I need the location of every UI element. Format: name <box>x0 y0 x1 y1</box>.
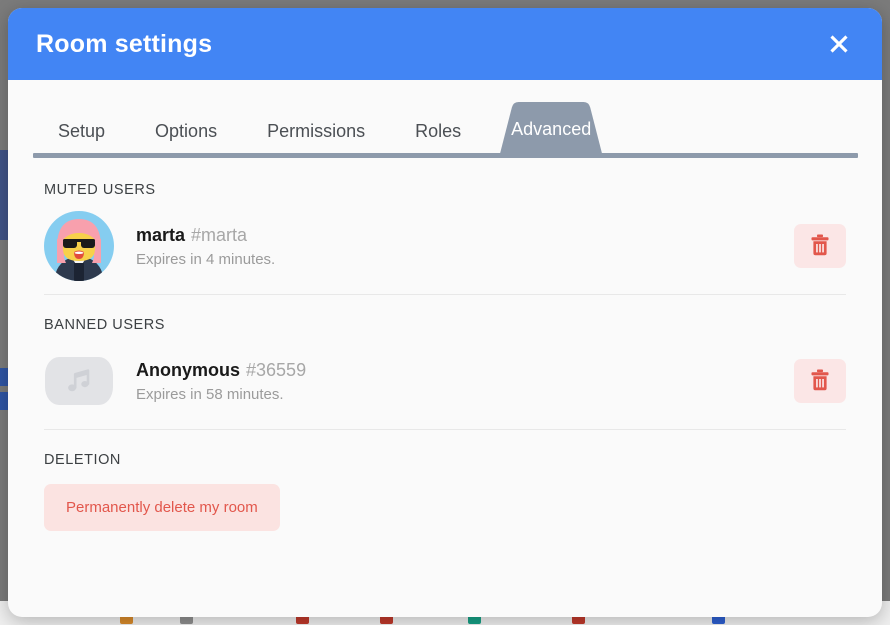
close-icon[interactable] <box>822 27 856 61</box>
muted-user-info: marta #marta Expires in 4 minutes. <box>136 224 794 268</box>
section-title-deletion: DELETION <box>44 452 121 468</box>
tab-setup[interactable]: Setup <box>33 122 130 153</box>
avatar-anonymous <box>44 346 114 416</box>
avatar-marta <box>44 211 114 281</box>
tab-underline <box>33 153 858 158</box>
background-strip <box>0 368 8 386</box>
tab-options[interactable]: Options <box>130 122 242 153</box>
user-expiry: Expires in 58 minutes. <box>136 385 284 403</box>
banned-user-row: Anonymous #36559 Expires in 58 minutes. <box>44 333 846 429</box>
user-name: marta <box>136 225 186 246</box>
user-name-line: marta #marta <box>136 224 794 247</box>
muted-user-row: marta #marta Expires in 4 minutes. <box>44 198 846 294</box>
modal-header: Room settings <box>8 8 882 80</box>
modal-backdrop[interactable]: Room settings Setup Options Permissions <box>0 0 890 625</box>
user-tag: #36559 <box>246 360 307 381</box>
user-tag: #marta <box>191 225 248 246</box>
trash-icon <box>810 369 830 394</box>
tab-label: Roles <box>415 121 462 141</box>
trash-icon <box>810 234 830 259</box>
tab-label: Advanced <box>511 119 592 139</box>
tab-advanced[interactable]: Advanced <box>486 102 616 153</box>
page-title: Room settings <box>36 29 213 58</box>
delete-banned-user-button[interactable] <box>794 359 846 403</box>
tab-bar: Setup Options Permissions Roles Advanced <box>8 80 882 160</box>
section-title-muted: MUTED USERS <box>44 182 156 198</box>
room-settings-modal: Room settings Setup Options Permissions <box>8 8 882 617</box>
user-name: Anonymous <box>136 360 241 381</box>
background-strip <box>0 392 8 410</box>
delete-muted-user-button[interactable] <box>794 224 846 268</box>
tab-label: Options <box>155 121 218 141</box>
banned-user-info: Anonymous #36559 Expires in 58 minutes. <box>136 359 794 403</box>
tab-roles[interactable]: Roles <box>390 122 486 153</box>
section-title-banned: BANNED USERS <box>44 317 166 333</box>
tab-label: Setup <box>58 121 106 141</box>
music-note-icon <box>45 357 113 405</box>
tab-label: Permissions <box>267 121 366 141</box>
tab-permissions[interactable]: Permissions <box>242 122 390 153</box>
delete-room-button[interactable]: Permanently delete my room <box>44 484 280 531</box>
user-expiry: Expires in 4 minutes. <box>136 250 276 268</box>
modal-body: MUTED USERS marta #marta Expires in 4 mi… <box>8 160 882 531</box>
user-name-line: Anonymous #36559 <box>136 359 794 382</box>
